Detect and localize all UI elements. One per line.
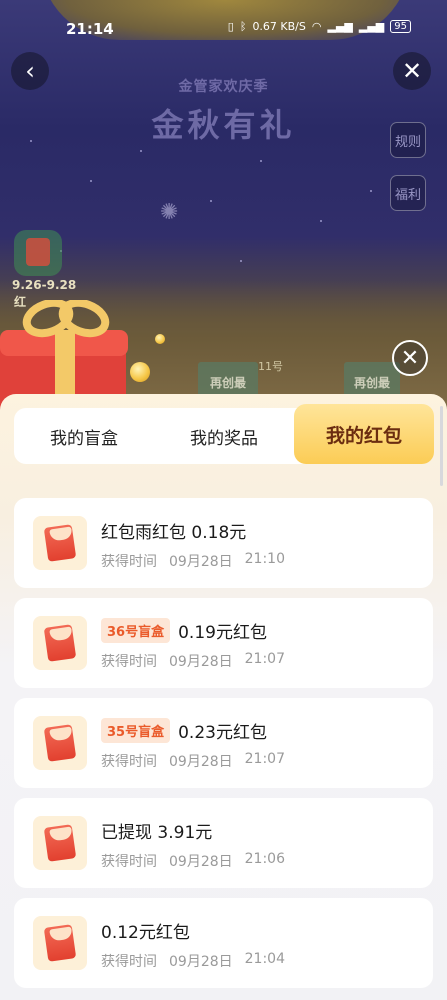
signal-icon: ▂▄▆: [327, 20, 353, 33]
status-time: 21:14: [66, 20, 114, 38]
record-time: 获得时间 09月28日 21:07: [101, 651, 285, 671]
time-label: 获得时间: [101, 954, 157, 970]
record-title-row: 35号盲盒 0.23元红包: [101, 718, 267, 743]
record-clock: 21:04: [244, 951, 285, 967]
red-packet-sheet: 我的盲盒 我的奖品 我的红包 红包雨红包 0.18元 获得时间 09月28日 2…: [0, 394, 447, 1000]
status-bar: 21:14 ▯ ᛒ 0.67 KB/S ◠ ▂▄▆ ▂▄▆ 95: [0, 0, 447, 58]
coin-small-icon: [155, 334, 165, 344]
signal2-icon: ▂▄▆: [358, 20, 385, 33]
blindbox-tag: 35号盲盒: [101, 718, 171, 743]
welfare-button[interactable]: 福利: [390, 175, 426, 211]
record-title-row: 已提现 3.91元: [101, 818, 212, 843]
record-clock: 21:10: [244, 551, 285, 567]
firework-decoration: ✺: [160, 200, 179, 225]
record-card: 0.12元红包 获得时间 09月28日 21:04: [14, 898, 433, 988]
red-packet-icon: [33, 816, 87, 870]
record-date: 09月28日: [169, 854, 233, 870]
record-card: 36号盲盒 0.19元红包 获得时间 09月28日 21:07: [14, 598, 433, 688]
tab-my-prizes[interactable]: 我的奖品: [154, 408, 294, 464]
time-label: 获得时间: [101, 854, 157, 870]
record-title: 0.23元红包: [178, 723, 267, 743]
record-title: 已提现 3.91元: [101, 823, 213, 843]
rules-button[interactable]: 规则: [390, 122, 426, 158]
record-date: 09月28日: [169, 654, 233, 670]
record-title: 红包雨红包 0.18元: [101, 523, 247, 543]
time-label: 获得时间: [101, 754, 157, 770]
record-clock: 21:06: [244, 851, 285, 867]
record-title: 0.12元红包: [101, 923, 190, 943]
record-clock: 21:07: [244, 751, 285, 767]
record-time: 获得时间 09月28日 21:10: [101, 551, 285, 571]
event-date-range: 9.26-9.28: [12, 278, 77, 292]
record-title: 0.19元红包: [178, 623, 267, 643]
blindbox-tag: 36号盲盒: [101, 618, 171, 643]
network-speed: 0.67 KB/S: [252, 20, 306, 33]
tab-bar: 我的盲盒 我的奖品 我的红包: [14, 404, 434, 464]
record-date: 09月28日: [169, 954, 233, 970]
vibrate-icon: ▯: [227, 20, 234, 33]
event-subtitle: 金管家欢庆季: [178, 79, 269, 95]
time-label: 获得时间: [101, 654, 157, 670]
wifi-icon: ◠: [311, 20, 322, 33]
record-time: 获得时间 09月28日 21:07: [101, 751, 285, 771]
time-label: 获得时间: [101, 554, 157, 570]
coin-icon: [130, 362, 150, 382]
scene-sign-number: 11号: [258, 360, 283, 373]
record-card: 红包雨红包 0.18元 获得时间 09月28日 21:10: [14, 498, 433, 588]
red-packet-icon: [33, 716, 87, 770]
record-clock: 21:07: [244, 651, 285, 667]
record-title-row: 36号盲盒 0.19元红包: [101, 618, 267, 643]
record-title-row: 0.12元红包: [101, 918, 190, 943]
record-date: 09月28日: [169, 754, 233, 770]
red-packet-icon: [33, 616, 87, 670]
popup-close-button[interactable]: ✕: [392, 340, 428, 376]
red-packet-icon: [33, 516, 87, 570]
status-icons: ▯ ᛒ 0.67 KB/S ◠ ▂▄▆ ▂▄▆ 95: [228, 20, 411, 33]
record-date: 09月28日: [169, 554, 233, 570]
close-icon: ✕: [400, 345, 420, 371]
battery-indicator: 95: [390, 20, 411, 33]
scrollbar[interactable]: [440, 406, 443, 486]
bluetooth-icon: ᛒ: [239, 20, 247, 33]
record-time: 获得时间 09月28日 21:06: [101, 851, 285, 871]
record-title-row: 红包雨红包 0.18元: [101, 518, 246, 543]
record-time: 获得时间 09月28日 21:04: [101, 951, 285, 971]
record-card: 35号盲盒 0.23元红包 获得时间 09月28日 21:07: [14, 698, 433, 788]
tab-my-redpacket[interactable]: 我的红包: [294, 404, 434, 464]
red-packet-icon: [33, 916, 87, 970]
red-envelope-badge-icon: [26, 238, 50, 266]
event-title: 金秋有礼: [151, 106, 296, 144]
record-card: 已提现 3.91元 获得时间 09月28日 21:06: [14, 798, 433, 888]
tab-my-blindbox[interactable]: 我的盲盒: [14, 408, 154, 464]
